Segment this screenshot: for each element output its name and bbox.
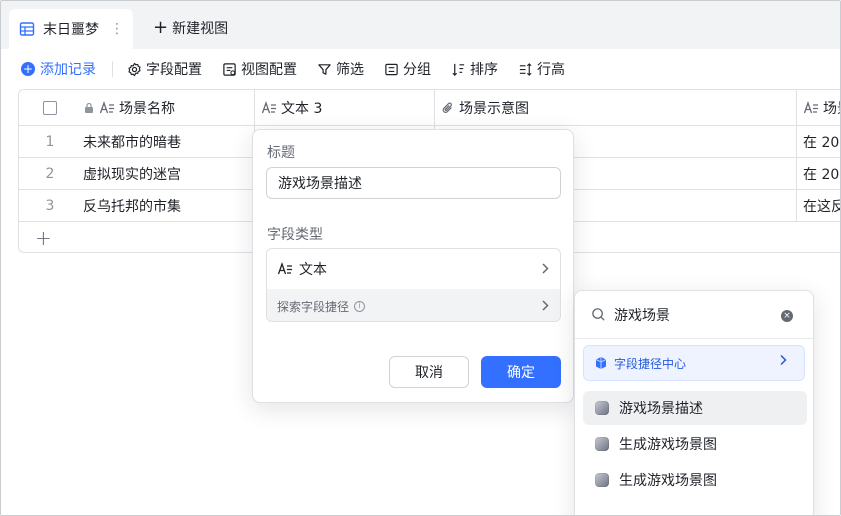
view-config-icon [223,62,236,76]
text-field-icon [803,100,818,113]
clear-icon[interactable]: × [781,310,793,322]
text-field-icon [277,262,292,275]
shortcut-item-label: 生成游戏场景图 [619,437,717,453]
field-title-input[interactable]: 游戏场景描述 [266,167,561,199]
tab-more-icon[interactable]: ⋮ [110,21,124,37]
sort-label: 排序 [470,62,498,78]
cell-scene-name[interactable]: 未来都市的暗巷 [81,126,255,157]
shortcut-item-label: 生成游戏场景图 [619,473,717,489]
info-icon[interactable]: i [354,300,366,312]
field-type-value: 文本 [299,262,327,278]
shortcut-cube-icon [595,473,609,487]
add-record-button[interactable]: + 添加记录 [21,59,96,79]
shortcut-item[interactable]: 生成游戏场景图 [583,427,807,461]
field-config-button[interactable]: 字段配置 [127,59,202,79]
new-view-button[interactable]: + 新建视图 [153,18,228,38]
filter-button[interactable]: 筛选 [317,59,364,79]
field-config-label: 字段配置 [146,62,202,78]
explore-shortcut-row[interactable]: 探索字段捷径 i [267,289,560,321]
shortcut-center-link[interactable]: 字段捷径中心 [583,345,805,381]
add-circle-icon: + [21,62,35,76]
group-label: 分组 [403,62,431,78]
new-view-label: 新建视图 [172,21,229,37]
explore-shortcut-label: 探索字段捷径 [277,299,350,314]
filter-icon [318,63,331,75]
row-index: 2 [45,165,55,182]
chevron-right-icon [540,297,550,316]
field-type-select[interactable]: 文本 [267,249,560,289]
sort-button[interactable]: 排序 [451,59,498,79]
select-all-checkbox[interactable] [43,100,57,115]
search-icon [592,308,605,321]
column-header-name[interactable]: 场景名称 [81,90,255,125]
title-label: 标题 [267,145,295,161]
select-all-cell[interactable] [19,90,81,125]
row-height-icon [519,62,532,76]
group-button[interactable]: 分组 [384,59,431,79]
column-header-desc-label: 场景 [823,100,840,117]
field-type-label: 字段类型 [267,227,323,243]
column-header-name-label: 场景名称 [119,100,175,117]
field-edit-dialog: 标题 游戏场景描述 字段类型 文本 探索字段捷径 i 取消 确定 [252,129,574,403]
toolbar-divider [112,61,113,77]
shortcut-search-value: 游戏场景 [614,307,670,324]
shortcut-search-input[interactable]: 游戏场景 [575,291,813,339]
text-field-icon [261,100,276,113]
add-record-label: 添加记录 [40,62,96,78]
grid-header-row: 场景名称 文本 3 场景示意图 场景 [19,90,840,126]
view-config-button[interactable]: 视图配置 [222,59,297,79]
shortcut-item[interactable]: 游戏场景描述 [583,391,807,425]
lock-icon [85,102,93,113]
shortcut-item-label: 游戏场景描述 [619,401,703,417]
cell-scene-desc[interactable]: 在 202 [797,126,840,157]
row-index: 1 [45,133,55,150]
field-type-box: 文本 探索字段捷径 i [266,248,561,322]
group-icon [385,63,398,75]
tab-view-active[interactable]: 末日噩梦 ⋮ [9,9,133,49]
shortcut-cube-icon [595,437,609,451]
grid-table-icon [19,21,35,37]
app-window: 末日噩梦 ⋮ + 新建视图 + 添加记录 字段配置 视图配置 筛选 分组 排序 … [0,0,841,516]
row-index: 3 [45,197,55,214]
chevron-right-icon [540,260,550,279]
field-shortcut-popup: 游戏场景 × 字段捷径中心 游戏场景描述 生成游戏场景图 生成游戏场景图 [574,290,814,515]
shortcut-cube-icon [595,401,609,415]
cell-scene-desc[interactable]: 在 202 [797,158,840,189]
toolbar: + 添加记录 字段配置 视图配置 筛选 分组 排序 行高 [1,53,840,85]
column-header-image[interactable]: 场景示意图 [435,90,797,125]
gear-icon [128,62,141,76]
sort-icon [452,63,465,76]
chevron-right-icon [778,354,794,370]
plus-icon: + [153,17,169,38]
text-field-icon [99,100,114,113]
filter-label: 筛选 [336,62,364,78]
column-header-desc[interactable]: 场景 [797,90,840,125]
view-tab-bar: 末日噩梦 ⋮ + 新建视图 [1,1,840,49]
column-header-image-label: 场景示意图 [459,100,529,117]
cancel-button[interactable]: 取消 [389,356,469,388]
cell-scene-desc[interactable]: 在这反 [797,190,840,221]
tab-label: 末日噩梦 [43,22,99,38]
attachment-icon [442,102,452,113]
row-height-label: 行高 [537,62,565,78]
shortcut-center-icon [595,357,607,369]
shortcut-item[interactable]: 生成游戏场景图 [583,463,807,497]
row-height-button[interactable]: 行高 [518,59,565,79]
confirm-button[interactable]: 确定 [481,356,561,388]
column-header-text3[interactable]: 文本 3 [255,90,435,125]
shortcut-center-label: 字段捷径中心 [614,356,687,371]
cell-scene-name[interactable]: 虚拟现实的迷宫 [81,158,255,189]
view-config-label: 视图配置 [241,62,297,78]
column-header-text3-label: 文本 3 [281,100,323,117]
cell-scene-name[interactable]: 反乌托邦的市集 [81,190,255,221]
